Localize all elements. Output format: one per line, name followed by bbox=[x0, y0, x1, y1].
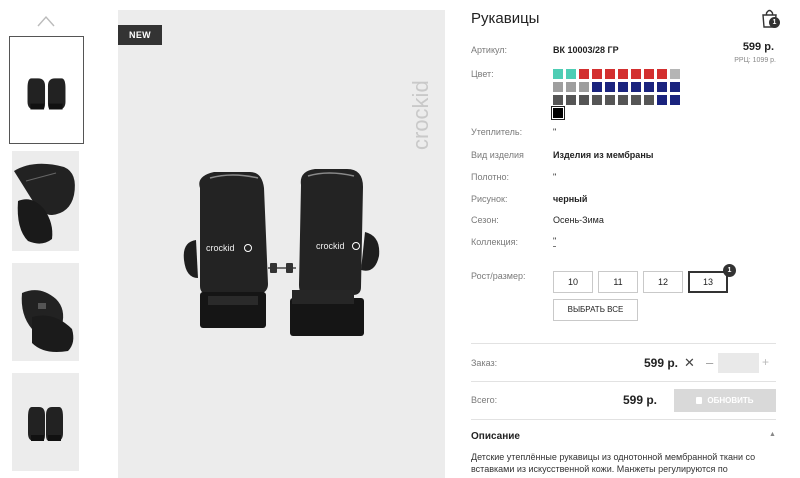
cart-count-badge: 1 bbox=[769, 17, 780, 28]
insulation-value: " bbox=[553, 127, 557, 137]
color-swatch[interactable] bbox=[551, 106, 565, 120]
size-option-11[interactable]: 11 bbox=[598, 271, 638, 293]
color-swatch[interactable] bbox=[631, 95, 641, 105]
main-product-image[interactable]: crockid crockid NEW crockid bbox=[118, 10, 445, 478]
thumbnail-1[interactable] bbox=[9, 36, 84, 144]
mittens-palm-image bbox=[12, 263, 79, 361]
order-price: 599 р. bbox=[644, 356, 679, 370]
pattern-label: Рисунок: bbox=[471, 194, 508, 204]
color-swatch[interactable] bbox=[579, 82, 589, 92]
color-swatch[interactable] bbox=[592, 69, 602, 79]
color-swatch[interactable] bbox=[644, 95, 654, 105]
color-swatch[interactable] bbox=[657, 69, 667, 79]
product-price: 599 р. bbox=[742, 41, 774, 53]
color-swatch[interactable] bbox=[566, 82, 576, 92]
season-label: Сезон: bbox=[471, 215, 499, 225]
color-swatch[interactable] bbox=[566, 69, 576, 79]
color-swatch[interactable] bbox=[553, 82, 563, 92]
svg-text:crockid: crockid bbox=[408, 80, 433, 150]
mittens-back-image bbox=[12, 373, 79, 471]
update-button-label: ОБНОВИТЬ bbox=[707, 396, 754, 405]
new-badge: NEW bbox=[118, 25, 162, 45]
color-swatch[interactable] bbox=[579, 69, 589, 79]
product-type-value: Изделия из мембраны bbox=[553, 150, 654, 160]
mittens-detail-image bbox=[12, 151, 79, 251]
bag-icon bbox=[696, 397, 703, 404]
color-swatch[interactable] bbox=[657, 95, 667, 105]
order-label: Заказ: bbox=[471, 358, 498, 368]
color-swatch[interactable] bbox=[644, 69, 654, 79]
color-swatch[interactable] bbox=[657, 82, 667, 92]
divider bbox=[471, 343, 776, 344]
remove-order-icon[interactable]: ✕ bbox=[684, 355, 695, 371]
color-swatch[interactable] bbox=[605, 82, 615, 92]
mittens-main-image: crockid crockid bbox=[183, 169, 380, 336]
size-label: Рост/размер: bbox=[471, 271, 526, 281]
color-swatch[interactable] bbox=[631, 82, 641, 92]
article-label: Артикул: bbox=[471, 45, 508, 55]
color-label: Цвет: bbox=[471, 69, 494, 79]
color-swatch[interactable] bbox=[605, 69, 615, 79]
insulation-label: Утеплитель: bbox=[471, 127, 523, 137]
thumbnail-scroll-up[interactable] bbox=[37, 14, 55, 27]
size-option-12[interactable]: 12 bbox=[643, 271, 683, 293]
article-value: ВК 10003/28 ГР bbox=[553, 45, 619, 55]
color-swatch[interactable] bbox=[631, 69, 641, 79]
increase-quantity-button[interactable]: + bbox=[762, 355, 769, 369]
color-swatch[interactable] bbox=[605, 95, 615, 105]
color-swatch[interactable] bbox=[670, 69, 680, 79]
svg-text:crockid: crockid bbox=[206, 243, 235, 253]
chevron-up-icon bbox=[37, 15, 55, 27]
quantity-input[interactable] bbox=[718, 353, 759, 373]
size-option-13[interactable]: 13 bbox=[688, 271, 728, 293]
color-swatch[interactable] bbox=[618, 95, 628, 105]
color-swatch[interactable] bbox=[618, 82, 628, 92]
fabric-label: Полотно: bbox=[471, 172, 510, 182]
description-title: Описание bbox=[471, 431, 520, 442]
recommended-retail-price: РРЦ: 1099 р. bbox=[734, 57, 776, 64]
thumbnail-3[interactable] bbox=[12, 263, 79, 361]
mittens-front-image bbox=[10, 37, 83, 143]
product-type-label: Вид изделия bbox=[471, 150, 524, 160]
color-swatch[interactable] bbox=[592, 95, 602, 105]
thumbnail-2[interactable] bbox=[12, 151, 79, 251]
color-swatch[interactable] bbox=[553, 95, 563, 105]
size-count-badge: 1 bbox=[723, 264, 736, 277]
svg-text:crockid: crockid bbox=[316, 241, 345, 251]
color-swatch[interactable] bbox=[644, 82, 654, 92]
color-swatch[interactable] bbox=[592, 82, 602, 92]
thumbnail-4[interactable] bbox=[12, 373, 79, 471]
pattern-value: черный bbox=[553, 194, 588, 204]
fabric-value: " bbox=[553, 172, 557, 182]
divider bbox=[471, 381, 776, 382]
color-swatch[interactable] bbox=[566, 95, 576, 105]
update-cart-button[interactable]: ОБНОВИТЬ bbox=[674, 389, 776, 412]
description-text: Детские утеплённые рукавицы из однотонно… bbox=[471, 452, 756, 474]
season-value: Осень-Зима bbox=[553, 215, 604, 225]
product-title: Рукавицы bbox=[471, 10, 540, 27]
total-label: Всего: bbox=[471, 395, 498, 405]
select-all-sizes-button[interactable]: ВЫБРАТЬ ВСЕ bbox=[553, 299, 638, 321]
total-price: 599 р. bbox=[623, 393, 658, 407]
collection-label: Коллекция: bbox=[471, 237, 519, 247]
brand-watermark-logo: crockid bbox=[408, 80, 433, 150]
color-swatch[interactable] bbox=[670, 82, 680, 92]
collection-link[interactable]: " bbox=[553, 237, 557, 247]
size-option-10[interactable]: 10 bbox=[553, 271, 593, 293]
color-swatch[interactable] bbox=[618, 69, 628, 79]
color-swatch[interactable] bbox=[579, 95, 589, 105]
color-swatch[interactable] bbox=[670, 95, 680, 105]
decrease-quantity-button[interactable]: – bbox=[706, 355, 713, 370]
collapse-description-icon[interactable]: ▲ bbox=[769, 431, 776, 438]
divider bbox=[471, 419, 776, 420]
color-swatch[interactable] bbox=[553, 69, 563, 79]
